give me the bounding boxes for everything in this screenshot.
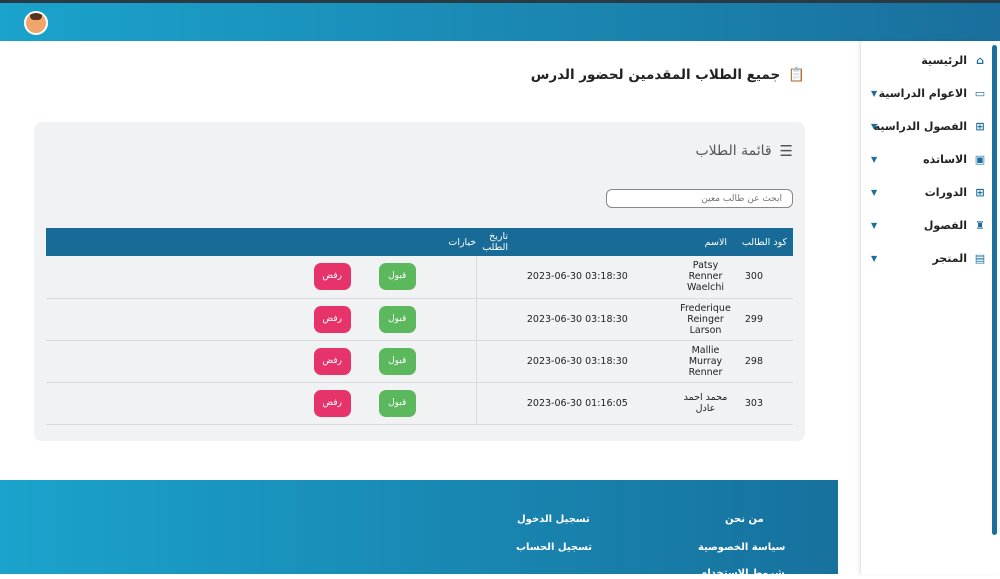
institution-icon: ♜ [975,218,985,232]
header-options-text: خيارات [448,236,477,248]
students-card: ☰ قائمة الطلاب كود الطالب الاسم تاريخ ال… [34,122,805,441]
student-code: 300 [733,256,793,299]
table-row: 299 Frederique Reinger Larson 03:18:30 2… [46,298,793,341]
accept-button[interactable]: قبول [378,263,416,291]
footer-link-about[interactable]: من نحن [725,514,764,525]
sitemap-icon: ⊞ [975,185,985,199]
request-date: 01:16:05 2023-06-30 [476,382,678,425]
teacher-icon: ▣ [974,152,986,166]
sidebar-item[interactable]: ▭ الاعوام الدراسية ▼ [871,83,986,103]
sitemap-icon: ⊞ [975,119,985,133]
caret-down-icon: ▼ [871,88,878,98]
sidebar-item-label: الرئيسية [921,53,967,67]
accept-button[interactable]: قبول [378,347,416,375]
sidebar-item-label: الدورات [924,185,967,199]
options-cell: قبول رفض [46,382,477,425]
clipboard-icon: 📋 [788,67,805,83]
student-code: 299 [733,298,793,341]
home-icon: ⌂ [976,53,984,67]
caret-down-icon: ▼ [871,154,878,164]
user-avatar[interactable] [24,11,48,35]
sidebar-item-label: الاساتذه [923,152,967,166]
sidebar-item-label: الفصول الدراسية [873,119,967,133]
table-row: 303 محمد احمد عادل 01:16:05 2023-06-30 ق… [46,382,793,425]
caret-down-icon: ▼ [871,121,878,131]
sidebar-item[interactable]: ⊞ الفصول الدراسية ▼ [871,116,986,136]
scrollbar[interactable] [992,45,997,535]
request-date: 03:18:30 2023-06-30 [476,256,678,299]
accept-button[interactable]: قبول [378,389,416,417]
header-name: الاسم [678,228,733,256]
caret-down-icon: ▼ [871,253,878,263]
request-date: 03:18:30 2023-06-30 [476,298,678,341]
card-title-text: قائمة الطلاب [695,143,772,159]
student-name: Mallie Murray Renner [678,340,733,383]
reject-button[interactable]: رفض [313,263,351,291]
sidebar-item[interactable]: ⌂ الرئيسية [871,50,986,70]
header-options: خيارات [46,228,477,256]
options-cell: قبول رفض [46,298,477,341]
accept-button[interactable]: قبول [378,305,416,333]
caret-down-icon: ▼ [871,187,878,197]
sidebar: ⌂ الرئيسية ▭ الاعوام الدراسية ▼ ⊞ الفصول الدرا… [860,41,1000,574]
reject-button[interactable]: رفض [313,347,351,375]
reject-button[interactable]: رفض [313,305,351,333]
card-title: ☰ قائمة الطلاب [695,142,793,160]
page-title-text: جميع الطلاب المقدمين لحضور الدرس [530,67,781,83]
student-name: محمد احمد عادل [678,382,733,425]
sidebar-item[interactable]: ▣ الاساتذه ▼ [871,149,986,169]
sidebar-item-label: الاعوام الدراسية [878,86,967,100]
table-row: 300 Patsy Renner Waelchi 03:18:30 2023-0… [46,256,793,299]
sidebar-item[interactable]: ♜ الفصول ▼ [871,215,986,235]
sidebar-item-label: الفصول [923,218,967,232]
student-search-input[interactable] [606,189,793,208]
student-name: Patsy Renner Waelchi [678,256,733,299]
footer-link-login[interactable]: تسجيل الدخول [517,514,590,525]
request-date: 03:18:30 2023-06-30 [476,340,678,383]
folder-icon: ▭ [974,86,986,100]
footer: من نحن سياسة الخصوصية شروط الاستخدام تسج… [0,480,838,579]
header-code: كود الطالب [733,228,793,256]
header-date: تاريخ الطلب [476,228,678,256]
sidebar-item-label: المتجر [932,251,967,265]
student-name: Frederique Reinger Larson [678,298,733,341]
options-cell: قبول رفض [46,256,477,299]
student-code: 303 [733,382,793,425]
top-navbar [0,0,1000,41]
student-code: 298 [733,340,793,383]
footer-link-register[interactable]: تسجيل الحساب [516,542,592,553]
sidebar-item[interactable]: ⊞ الدورات ▼ [871,182,986,202]
footer-link-privacy[interactable]: سياسة الخصوصية [698,542,785,553]
options-cell: قبول رفض [46,340,477,383]
reject-button[interactable]: رفض [313,389,351,417]
students-table: كود الطالب الاسم تاريخ الطلب خيارات 300 … [46,228,793,425]
store-icon: ▤ [974,251,986,265]
sidebar-item[interactable]: ▤ المتجر ▼ [871,248,986,268]
caret-down-icon: ▼ [871,220,878,230]
page-title: 📋 جميع الطلاب المقدمين لحضور الدرس [531,67,805,83]
table-row: 298 Mallie Murray Renner 03:18:30 2023-0… [46,340,793,383]
list-icon: ☰ [779,142,793,160]
